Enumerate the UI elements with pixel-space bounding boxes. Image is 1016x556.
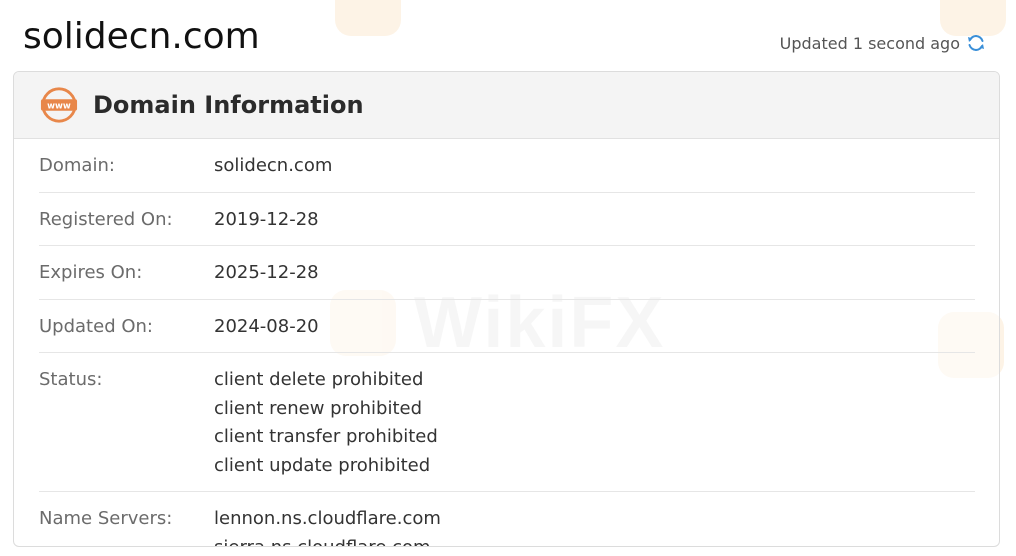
page-title: solidecn.com: [23, 16, 260, 57]
info-row-status: Status: client delete prohibited client re…: [39, 353, 975, 492]
row-value-line: client update prohibited: [214, 454, 431, 476]
row-label: Domain:: [39, 155, 115, 176]
row-value: client delete prohibited client renew pro…: [214, 366, 438, 480]
row-value: 2019-12-28: [214, 206, 319, 235]
info-rows: Domain: solidecn.com Registered On: 2019-12…: [14, 139, 999, 547]
row-label: Expires On:: [39, 262, 143, 283]
info-row-domain: Domain: solidecn.com: [39, 139, 975, 193]
www-icon-text: www: [47, 101, 71, 111]
watermark-top-right: [940, 0, 1006, 36]
info-row-name-servers: Name Servers: lennon.ns.cloudflare.com sie…: [39, 492, 975, 547]
row-value-line: sierra.ns.cloudflare.com: [214, 536, 431, 547]
row-value-line: client renew prohibited: [214, 397, 423, 419]
card-title: Domain Information: [93, 91, 364, 119]
info-row-expires-on: Expires On: 2025-12-28: [39, 246, 975, 300]
row-label: Status:: [39, 369, 103, 390]
watermark-top: [335, 0, 401, 36]
info-row-registered-on: Registered On: 2019-12-28: [39, 193, 975, 246]
row-value-line: 2019-12-28: [214, 208, 319, 230]
row-value: solidecn.com: [214, 152, 332, 181]
watermark-logo-icon: [335, 0, 401, 36]
row-label: Name Servers:: [39, 508, 173, 529]
www-globe-icon: www: [40, 87, 78, 123]
domain-information-card: www Domain Information Domain: solidecn.c…: [13, 71, 1000, 547]
updated-status: Updated 1 second ago: [780, 33, 986, 53]
card-header: www Domain Information: [14, 72, 999, 139]
row-value-line: 2025-12-28: [214, 262, 319, 283]
watermark-logo-icon: [940, 0, 1006, 36]
row-value: 2024-08-20: [214, 313, 319, 342]
row-label: Updated On:: [39, 315, 153, 337]
info-row-updated-on: Updated On: 2024-08-20: [39, 300, 975, 353]
row-value-line: lennon.ns.cloudflare.com: [214, 508, 441, 529]
row-value: 2025-12-28: [214, 259, 319, 288]
refresh-icon[interactable]: [966, 33, 986, 53]
row-value-line: 2024-08-20: [214, 315, 319, 337]
row-value: lennon.ns.cloudflare.com sierra.ns.cloudf…: [214, 505, 441, 547]
row-value-line: client delete prohibited: [214, 369, 424, 390]
row-label: Registered On:: [39, 208, 173, 230]
row-value-line: solidecn.com: [214, 155, 333, 176]
updated-text: Updated 1 second ago: [779, 33, 960, 53]
row-value-line: client transfer prohibited: [214, 426, 438, 447]
